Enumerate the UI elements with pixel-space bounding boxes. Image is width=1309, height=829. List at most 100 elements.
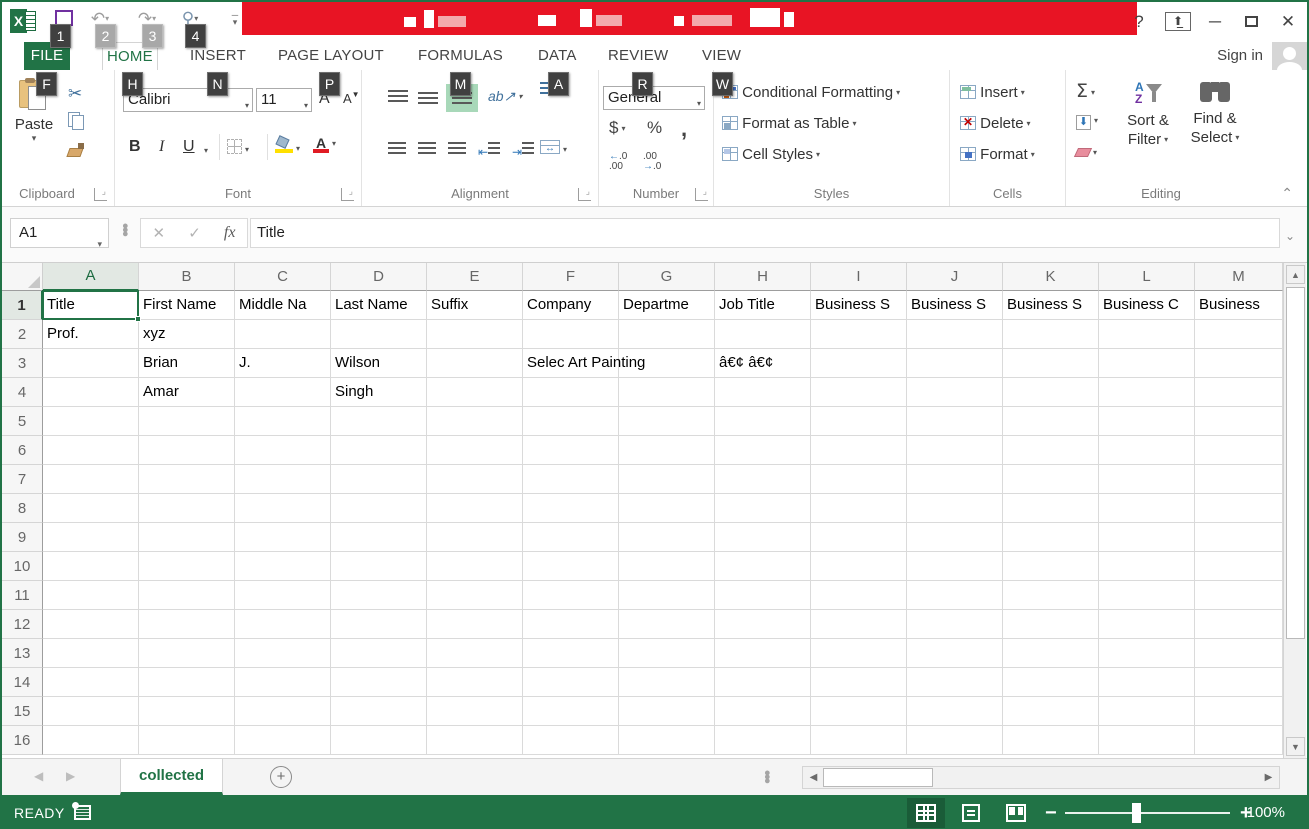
alignment-dialog-launcher[interactable] (578, 188, 591, 201)
cell-H1[interactable]: Job Title (715, 291, 811, 320)
tab-data[interactable]: DATA (534, 42, 581, 70)
cell-A16[interactable] (43, 726, 139, 755)
conditional-formatting-button[interactable]: Conditional Formatting▾ (722, 84, 900, 101)
cell-M10[interactable] (1195, 552, 1283, 581)
cell-J1[interactable]: Business S (907, 291, 1003, 320)
cell-M5[interactable] (1195, 407, 1283, 436)
cell-F1[interactable]: Company (523, 291, 619, 320)
zoom-slider-track[interactable] (1065, 812, 1230, 814)
cell-F2[interactable] (523, 320, 619, 349)
cell-L4[interactable] (1099, 378, 1195, 407)
cell-L13[interactable] (1099, 639, 1195, 668)
cell-E9[interactable] (427, 523, 523, 552)
prev-sheet-button[interactable]: ◀ (34, 769, 43, 783)
cell-K5[interactable] (1003, 407, 1099, 436)
cell-B13[interactable] (139, 639, 235, 668)
find-select-button[interactable]: Find &Select▾ (1184, 80, 1246, 147)
scroll-down-button[interactable]: ▼ (1286, 737, 1305, 756)
cell-H4[interactable] (715, 378, 811, 407)
row-header-7[interactable]: 7 (2, 465, 43, 494)
cell-L9[interactable] (1099, 523, 1195, 552)
cell-E3[interactable] (427, 349, 523, 378)
align-center-button[interactable] (418, 142, 436, 160)
cell-L3[interactable] (1099, 349, 1195, 378)
cell-B2[interactable]: xyz (139, 320, 235, 349)
cell-G10[interactable] (619, 552, 715, 581)
cell-L11[interactable] (1099, 581, 1195, 610)
column-header-E[interactable]: E (427, 263, 523, 291)
cell-J16[interactable] (907, 726, 1003, 755)
cell-M8[interactable] (1195, 494, 1283, 523)
italic-button[interactable]: I (159, 138, 164, 156)
format-painter-button[interactable] (68, 142, 84, 161)
normal-view-button[interactable] (907, 798, 945, 828)
cell-C1[interactable]: Middle Na (235, 291, 331, 320)
cell-C10[interactable] (235, 552, 331, 581)
cell-B11[interactable] (139, 581, 235, 610)
cell-K6[interactable] (1003, 436, 1099, 465)
shrink-font-button[interactable]: A▼ (343, 90, 360, 106)
column-header-C[interactable]: C (235, 263, 331, 291)
cell-G16[interactable] (619, 726, 715, 755)
cell-B16[interactable] (139, 726, 235, 755)
cell-D4[interactable]: Singh (331, 378, 427, 407)
cell-styles-button[interactable]: Cell Styles▾ (722, 146, 820, 163)
cell-M6[interactable] (1195, 436, 1283, 465)
cell-H13[interactable] (715, 639, 811, 668)
column-header-I[interactable]: I (811, 263, 907, 291)
cell-A9[interactable] (43, 523, 139, 552)
merge-center-button[interactable]: ▾ (540, 140, 567, 159)
cell-M16[interactable] (1195, 726, 1283, 755)
cell-E10[interactable] (427, 552, 523, 581)
cell-J6[interactable] (907, 436, 1003, 465)
collapse-ribbon-button[interactable]: ⌃ (1281, 185, 1293, 202)
cell-E13[interactable] (427, 639, 523, 668)
comma-button[interactable]: , (681, 116, 687, 142)
row-header-9[interactable]: 9 (2, 523, 43, 552)
cell-K3[interactable] (1003, 349, 1099, 378)
customize-qat-button[interactable]: ─▾ (228, 12, 242, 26)
cell-E7[interactable] (427, 465, 523, 494)
cell-K9[interactable] (1003, 523, 1099, 552)
cell-L5[interactable] (1099, 407, 1195, 436)
cell-I9[interactable] (811, 523, 907, 552)
font-dialog-launcher[interactable] (341, 188, 354, 201)
vertical-scroll-thumb[interactable] (1286, 287, 1305, 639)
increase-decimal-button[interactable]: ←.0 .00 (609, 152, 627, 172)
cell-A11[interactable] (43, 581, 139, 610)
horizontal-scroll-thumb[interactable] (823, 768, 933, 787)
select-all-corner[interactable] (2, 263, 43, 291)
cell-E12[interactable] (427, 610, 523, 639)
cell-I13[interactable] (811, 639, 907, 668)
decrease-indent-button[interactable]: ⇤ (478, 142, 500, 159)
cell-K11[interactable] (1003, 581, 1099, 610)
autosum-button[interactable]: Σ▾ (1076, 80, 1095, 102)
cell-D14[interactable] (331, 668, 427, 697)
row-header-13[interactable]: 13 (2, 639, 43, 668)
cell-F4[interactable] (523, 378, 619, 407)
number-dialog-launcher[interactable] (695, 188, 708, 201)
page-break-view-button[interactable] (997, 798, 1035, 828)
cell-J10[interactable] (907, 552, 1003, 581)
avatar[interactable] (1272, 42, 1307, 72)
cell-D13[interactable] (331, 639, 427, 668)
cell-G1[interactable]: Departme (619, 291, 715, 320)
cell-H14[interactable] (715, 668, 811, 697)
name-box[interactable]: A1▾ (10, 218, 109, 248)
excel-logo-icon[interactable]: X (10, 9, 36, 33)
name-box-dropdown[interactable]: ▾ (97, 230, 102, 258)
maximize-button[interactable] (1241, 10, 1261, 34)
cut-button[interactable]: ✂ (68, 84, 82, 104)
cell-I6[interactable] (811, 436, 907, 465)
cell-H10[interactable] (715, 552, 811, 581)
minimize-button[interactable]: ─ (1205, 10, 1225, 34)
row-header-6[interactable]: 6 (2, 436, 43, 465)
cell-E4[interactable] (427, 378, 523, 407)
cell-B3[interactable]: Brian (139, 349, 235, 378)
cell-L2[interactable] (1099, 320, 1195, 349)
cell-I10[interactable] (811, 552, 907, 581)
cell-C14[interactable] (235, 668, 331, 697)
cell-A2[interactable]: Prof. (43, 320, 139, 349)
cell-C16[interactable] (235, 726, 331, 755)
cell-L12[interactable] (1099, 610, 1195, 639)
